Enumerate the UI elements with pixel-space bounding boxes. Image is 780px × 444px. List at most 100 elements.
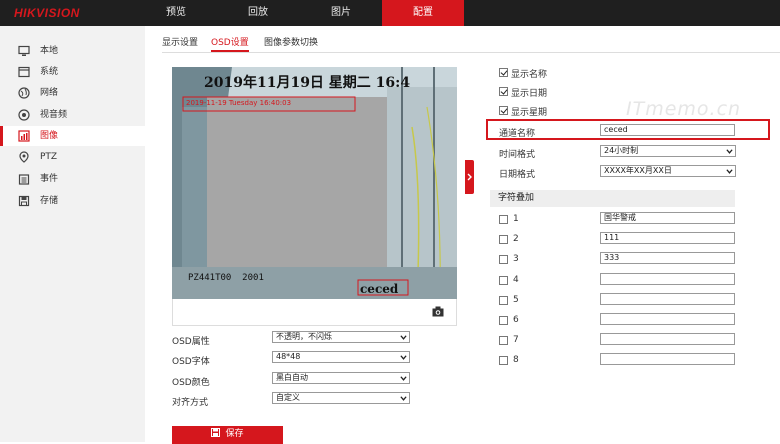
storage-icon — [18, 195, 30, 207]
overlay-checkbox[interactable] — [499, 276, 508, 285]
sidebar-item-storage[interactable]: 存储 — [0, 191, 145, 211]
osd-small-date-overlay: 2019-11-19 Tuesday 16:40:03 — [186, 99, 292, 107]
sidebar-item-event[interactable]: 事件 — [0, 169, 145, 189]
tab-divider — [162, 52, 780, 53]
image-icon — [18, 130, 30, 142]
audio-video-icon — [18, 109, 30, 121]
alignment-label: 对齐方式 — [172, 398, 209, 408]
overlay-text-input[interactable]: 111 — [600, 232, 735, 244]
osd-color-select[interactable]: 黑白自动 — [272, 372, 410, 384]
osd-font-select[interactable]: 48*48 — [272, 351, 410, 363]
overlay-number: 4 — [513, 275, 519, 285]
nav-picture[interactable]: 图片 — [310, 0, 372, 26]
overlay-number: 3 — [513, 254, 519, 264]
sidebar-item-network[interactable]: 网络 — [0, 83, 145, 103]
panel-collapse-handle[interactable] — [465, 160, 474, 194]
show-date-checkbox[interactable] — [499, 87, 508, 96]
overlay-checkbox[interactable] — [499, 235, 508, 244]
chevron-down-icon — [726, 149, 733, 154]
video-preview[interactable]: 2019年11月19日 星期二 16:4 2019-11-19 Tuesday … — [172, 67, 457, 299]
overlay-number: 5 — [513, 295, 519, 305]
sidebar-item-label: 视音频 — [40, 110, 68, 120]
overlay-text-input[interactable]: 333 — [600, 252, 735, 264]
osd-color-label: OSD颜色 — [172, 378, 210, 388]
save-button-label: 保存 — [225, 429, 244, 439]
show-week-label: 显示星期 — [511, 108, 548, 118]
alignment-select[interactable]: 自定义 — [272, 392, 410, 404]
overlay-checkbox[interactable] — [499, 255, 508, 264]
time-format-label: 时间格式 — [499, 150, 536, 160]
overlay-text-input[interactable] — [600, 333, 735, 345]
show-week-checkbox[interactable] — [499, 106, 508, 115]
tab-image-param-switch[interactable]: 图像参数切换 — [264, 36, 318, 52]
sidebar-item-audio-video[interactable]: 视音频 — [0, 105, 145, 125]
tab-display-settings[interactable]: 显示设置 — [162, 36, 198, 52]
osd-font-value: 48*48 — [276, 352, 301, 361]
floppy-disk-icon — [211, 428, 221, 437]
show-name-checkbox[interactable] — [499, 68, 508, 77]
video-toolbar — [172, 299, 457, 326]
overlay-text-input[interactable] — [600, 293, 735, 305]
text-overlay-section-header: 字符叠加 — [490, 190, 735, 207]
sidebar-item-local[interactable]: 本地 — [0, 41, 145, 61]
show-date-label: 显示日期 — [511, 89, 548, 99]
overlay-text-input[interactable] — [600, 313, 735, 325]
sidebar-item-ptz[interactable]: PTZ — [0, 147, 145, 167]
osd-attribute-label: OSD属性 — [172, 337, 210, 347]
overlay-text-input[interactable]: 国华警戒 — [600, 212, 735, 224]
chevron-right-icon — [467, 173, 472, 181]
save-button[interactable]: 保存 — [172, 426, 283, 444]
calendar-icon — [18, 174, 30, 185]
show-name-label: 显示名称 — [511, 70, 548, 80]
sidebar-item-label: PTZ — [40, 152, 58, 162]
overlay-text-input[interactable] — [600, 273, 735, 285]
overlay-number: 2 — [513, 234, 519, 244]
time-format-select[interactable]: 24小时制 — [600, 145, 736, 157]
sidebar-item-image[interactable]: 图像 — [0, 126, 145, 146]
overlay-text-input[interactable] — [600, 353, 735, 365]
osd-bottom-left-overlay: PZ441T00 2001 — [188, 273, 264, 283]
sidebar-item-system[interactable]: 系统 — [0, 62, 145, 82]
chevron-down-icon — [400, 355, 407, 360]
sidebar-item-label: 网络 — [40, 88, 59, 98]
time-format-value: 24小时制 — [604, 146, 639, 155]
overlay-number: 8 — [513, 355, 519, 365]
sidebar-item-label: 存储 — [40, 196, 59, 206]
watermark: ITmemo.cn — [626, 98, 742, 120]
overlay-checkbox[interactable] — [499, 296, 508, 305]
osd-attribute-select[interactable]: 不透明，不闪烁 — [272, 331, 410, 343]
globe-icon — [18, 87, 30, 99]
system-icon — [18, 66, 30, 78]
overlay-number: 7 — [513, 335, 519, 345]
monitor-icon — [18, 45, 30, 56]
nav-preview[interactable]: 预览 — [145, 0, 207, 26]
nav-configuration[interactable]: 配置 — [382, 0, 464, 26]
overlay-number: 1 — [513, 214, 519, 224]
ptz-icon — [19, 151, 29, 163]
date-format-value: XXXX年XX月XX日 — [604, 166, 672, 175]
overlay-checkbox[interactable] — [499, 215, 508, 224]
date-format-label: 日期格式 — [499, 170, 536, 180]
highlight-box — [486, 119, 770, 140]
chevron-down-icon — [400, 376, 407, 381]
sidebar-item-label: 图像 — [40, 131, 59, 141]
osd-color-value: 黑白自动 — [276, 373, 308, 382]
chevron-down-icon — [400, 335, 407, 340]
overlay-checkbox[interactable] — [499, 356, 508, 365]
hikvision-logo: HIKVISION — [14, 6, 80, 20]
sidebar-item-label: 事件 — [40, 174, 59, 184]
osd-font-label: OSD字体 — [172, 357, 210, 367]
top-navigation-bar: HIKVISION 预览 回放 图片 配置 — [0, 0, 780, 26]
date-format-select[interactable]: XXXX年XX月XX日 — [600, 165, 736, 177]
alignment-value: 自定义 — [276, 393, 300, 402]
tab-osd-settings[interactable]: OSD设置 — [211, 36, 249, 52]
overlay-checkbox[interactable] — [499, 316, 508, 325]
nav-playback[interactable]: 回放 — [227, 0, 289, 26]
overlay-checkbox[interactable] — [499, 336, 508, 345]
osd-channel-name-overlay: ceced — [360, 282, 399, 296]
sidebar-item-label: 系统 — [40, 67, 59, 77]
camera-snapshot-icon[interactable] — [432, 306, 444, 317]
chevron-down-icon — [400, 396, 407, 401]
osd-date-overlay: 2019年11月19日 星期二 16:4 — [204, 75, 411, 91]
sidebar: 本地 系统 网络 视音频 图像 PTZ 事件 存储 — [0, 26, 145, 442]
